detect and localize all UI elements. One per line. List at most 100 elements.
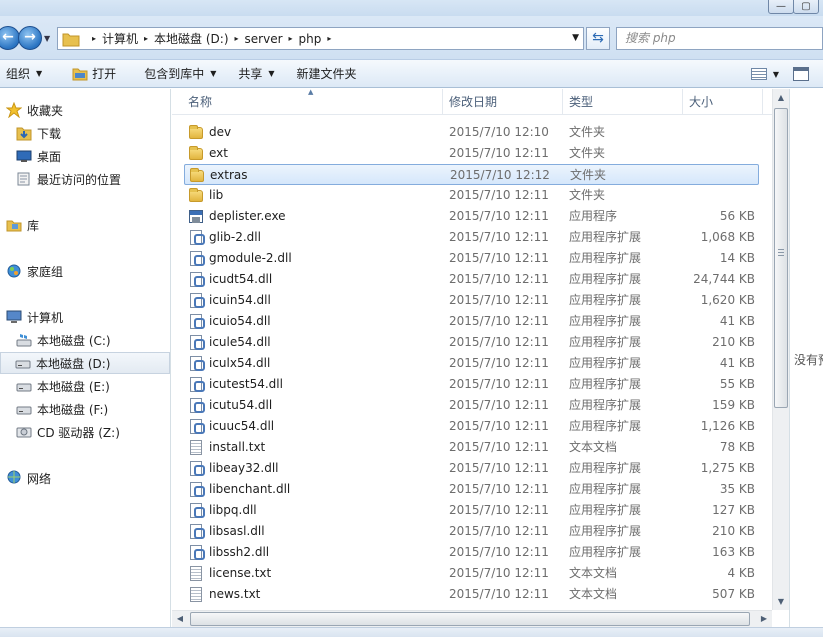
file-size: 210 KB <box>712 524 755 538</box>
search-input[interactable]: 搜索 php <box>616 27 823 50</box>
file-row[interactable]: icuuc54.dll 2015/7/10 12:11 应用程序扩展 1,126 KB <box>184 416 759 437</box>
scroll-up-icon[interactable]: ▲ <box>773 89 789 106</box>
folder-row[interactable]: extras 2015/7/10 12:12 文件夹 <box>184 164 759 185</box>
file-row[interactable]: icuio54.dll 2015/7/10 12:11 应用程序扩展 41 KB <box>184 311 759 332</box>
vertical-scrollbar[interactable]: ▲ ▼ <box>772 89 789 610</box>
column-name[interactable]: 名称 <box>182 89 443 115</box>
breadcrumb-separator[interactable]: ▸ <box>92 34 96 43</box>
command-bar: 组织 ▼ 打开 包含到库中 ▼ 共享 ▼ 新建文件夹 ▼ <box>0 60 823 88</box>
column-size[interactable]: 大小 <box>683 89 763 115</box>
breadcrumb-php[interactable]: php <box>299 32 322 46</box>
file-size: 41 KB <box>719 356 755 370</box>
nav-drive-d[interactable]: 本地磁盘 (D:) <box>0 352 170 374</box>
navigation-pane: 收藏夹 下载 桌面 最近访问的位置 库 家庭组 计算机 本地磁盘 (C:) 本地… <box>0 89 171 637</box>
scroll-left-icon[interactable]: ◀ <box>172 611 188 627</box>
breadcrumb-drive-d[interactable]: 本地磁盘 (D:) <box>154 30 228 47</box>
file-row[interactable]: libeay32.dll 2015/7/10 12:11 应用程序扩展 1,275 K… <box>184 458 759 479</box>
folder-row[interactable]: dev 2015/7/10 12:10 文件夹 <box>184 122 759 143</box>
scroll-thumb[interactable] <box>774 108 788 408</box>
nav-drive-z-label: CD 驱动器 (Z:) <box>37 425 120 440</box>
scroll-right-icon[interactable]: ▶ <box>756 611 772 627</box>
recent-places-icon <box>17 172 30 186</box>
refresh-icon: ⇆ <box>592 30 604 46</box>
dll-icon <box>190 503 205 518</box>
file-name: gmodule-2.dll <box>209 251 292 265</box>
file-row[interactable]: license.txt 2015/7/10 12:11 文本文档 4 KB <box>184 563 759 584</box>
file-row[interactable]: deplister.exe 2015/7/10 12:11 应用程序 56 KB <box>184 206 759 227</box>
breadcrumb: ▸ 计算机 ▸ 本地磁盘 (D:) ▸ server ▸ php ▸ <box>86 30 337 47</box>
file-size: 210 KB <box>712 335 755 349</box>
nav-drive-c[interactable]: 本地磁盘 (C:) <box>16 329 111 351</box>
refresh-button[interactable]: ⇆ <box>586 27 610 50</box>
breadcrumb-server[interactable]: server <box>245 32 283 46</box>
file-row[interactable]: news.txt 2015/7/10 12:11 文本文档 507 KB <box>184 584 759 605</box>
organize-menu[interactable]: 组织 ▼ <box>0 60 48 88</box>
nav-libraries[interactable]: 库 <box>6 214 39 236</box>
nav-desktop[interactable]: 桌面 <box>16 145 61 167</box>
desktop-icon <box>16 150 32 162</box>
horizontal-scroll-thumb[interactable] <box>190 612 750 626</box>
file-name: icule54.dll <box>209 335 271 349</box>
file-row[interactable]: icule54.dll 2015/7/10 12:11 应用程序扩展 210 KB <box>184 332 759 353</box>
file-name: ext <box>209 146 228 160</box>
libraries-icon <box>6 220 22 232</box>
nav-drive-z[interactable]: CD 驱动器 (Z:) <box>16 421 120 443</box>
details-view-icon[interactable] <box>750 68 767 80</box>
column-date-modified[interactable]: 修改日期 <box>443 89 563 115</box>
address-history-dropdown-icon[interactable]: ▼ <box>572 33 579 43</box>
nav-drive-f[interactable]: 本地磁盘 (F:) <box>16 398 108 420</box>
file-row[interactable]: icutu54.dll 2015/7/10 12:11 应用程序扩展 159 KB <box>184 395 759 416</box>
breadcrumb-separator[interactable]: ▸ <box>289 34 293 43</box>
file-row[interactable]: iculx54.dll 2015/7/10 12:11 应用程序扩展 41 KB <box>184 353 759 374</box>
nav-homegroup[interactable]: 家庭组 <box>6 260 63 282</box>
include-in-library-menu[interactable]: 包含到库中 ▼ <box>138 60 222 88</box>
column-type[interactable]: 类型 <box>563 89 683 115</box>
file-row[interactable]: libsasl.dll 2015/7/10 12:11 应用程序扩展 210 KB <box>184 521 759 542</box>
file-date-modified: 2015/7/10 12:11 <box>449 482 549 496</box>
share-menu[interactable]: 共享 ▼ <box>232 60 280 88</box>
chevron-down-icon: ▼ <box>36 69 43 78</box>
horizontal-scrollbar[interactable]: ◀ ▶ <box>172 610 772 627</box>
minimize-button[interactable]: — <box>768 0 794 14</box>
nav-network[interactable]: 网络 <box>6 467 51 489</box>
nav-favorites[interactable]: 收藏夹 <box>6 99 63 121</box>
breadcrumb-separator[interactable]: ▸ <box>144 34 148 43</box>
file-size: 41 KB <box>719 314 755 328</box>
breadcrumb-separator[interactable]: ▸ <box>327 34 331 43</box>
scroll-down-icon[interactable]: ▼ <box>773 593 789 610</box>
maximize-button[interactable]: ▢ <box>793 0 819 14</box>
open-button[interactable]: 打开 <box>66 60 122 88</box>
breadcrumb-computer[interactable]: 计算机 <box>102 30 138 47</box>
view-options-dropdown-icon[interactable]: ▼ <box>773 70 779 79</box>
include-in-library-label: 包含到库中 <box>144 67 205 81</box>
folder-icon <box>62 33 80 46</box>
view-controls: ▼ <box>750 60 823 88</box>
dll-icon <box>190 524 205 539</box>
file-row[interactable]: icuin54.dll 2015/7/10 12:11 应用程序扩展 1,620 KB <box>184 290 759 311</box>
nav-computer[interactable]: 计算机 <box>6 306 63 328</box>
file-row[interactable]: gmodule-2.dll 2015/7/10 12:11 应用程序扩展 14 KB <box>184 248 759 269</box>
nav-recent-places[interactable]: 最近访问的位置 <box>16 168 121 190</box>
file-row[interactable]: icutest54.dll 2015/7/10 12:11 应用程序扩展 55 KB <box>184 374 759 395</box>
back-button[interactable]: ← <box>0 26 20 50</box>
nav-downloads[interactable]: 下载 <box>16 122 61 144</box>
folder-row[interactable]: lib 2015/7/10 12:11 文件夹 <box>184 185 759 206</box>
forward-button[interactable]: → <box>18 26 42 50</box>
file-row[interactable]: libpq.dll 2015/7/10 12:11 应用程序扩展 127 KB <box>184 500 759 521</box>
dll-icon <box>190 398 205 413</box>
folder-row[interactable]: ext 2015/7/10 12:11 文件夹 <box>184 143 759 164</box>
file-row[interactable]: libenchant.dll 2015/7/10 12:11 应用程序扩展 35 KB <box>184 479 759 500</box>
recent-pages-dropdown-icon[interactable]: ▼ <box>44 34 50 43</box>
new-folder-button[interactable]: 新建文件夹 <box>291 60 363 88</box>
file-name: icudt54.dll <box>209 272 273 286</box>
nav-libraries-label: 库 <box>27 218 40 233</box>
file-list: dev 2015/7/10 12:10 文件夹 ext 2015/7/10 12:11 文… <box>172 122 772 610</box>
file-row[interactable]: libssh2.dll 2015/7/10 12:11 应用程序扩展 163 KB <box>184 542 759 563</box>
breadcrumb-separator[interactable]: ▸ <box>235 34 239 43</box>
nav-drive-e[interactable]: 本地磁盘 (E:) <box>16 375 110 397</box>
file-row[interactable]: install.txt 2015/7/10 12:11 文本文档 78 KB <box>184 437 759 458</box>
preview-pane-toggle[interactable] <box>793 67 809 81</box>
file-row[interactable]: icudt54.dll 2015/7/10 12:11 应用程序扩展 24,744 K… <box>184 269 759 290</box>
file-row[interactable]: glib-2.dll 2015/7/10 12:11 应用程序扩展 1,068 KB <box>184 227 759 248</box>
address-bar[interactable]: ▸ 计算机 ▸ 本地磁盘 (D:) ▸ server ▸ php ▸ ▼ <box>57 27 584 50</box>
